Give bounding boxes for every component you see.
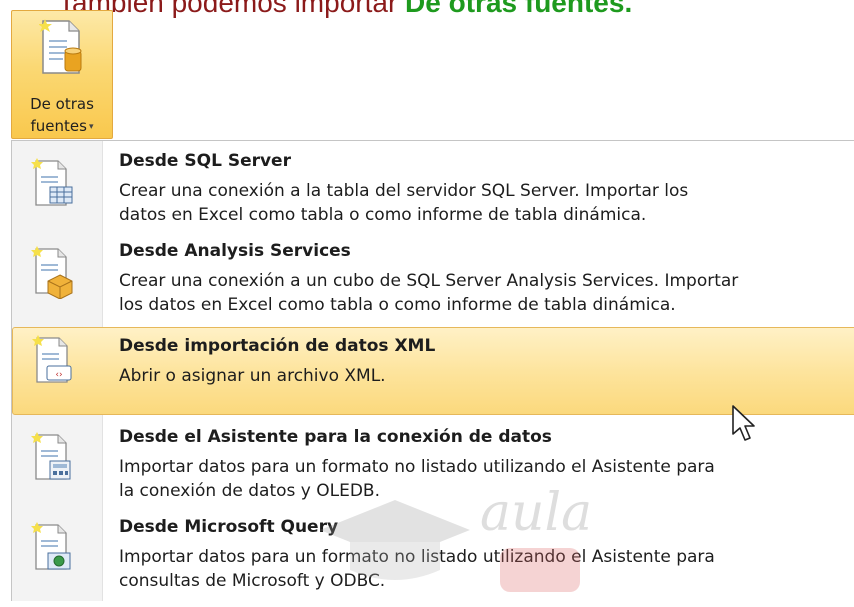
button-label-line1: De otras — [30, 95, 94, 113]
menu-item-title: Desde Analysis Services — [119, 241, 351, 261]
xml-import-icon: ‹› — [32, 335, 72, 383]
mouse-pointer-icon — [732, 405, 755, 441]
menu-item-desc-line1: Crear una conexión a la tabla del servid… — [119, 181, 689, 201]
data-wizard-icon — [31, 432, 71, 480]
button-label-line2: fuentes ▾ — [12, 117, 112, 135]
menu-item-analysis-services[interactable]: Desde Analysis Services Crear una conexi… — [12, 239, 854, 331]
de-otras-fuentes-button[interactable]: De otras fuentes ▾ — [11, 10, 113, 139]
database-document-icon — [39, 19, 82, 74]
menu-item-sql-server[interactable]: Desde SQL Server Crear una conexión a la… — [12, 149, 854, 241]
menu-item-desc-line1: Abrir o asignar un archivo XML. — [119, 366, 386, 386]
menu-item-title: Desde el Asistente para la conexión de d… — [119, 427, 552, 447]
analysis-cube-icon — [31, 246, 73, 299]
watermark-text: aula — [480, 483, 592, 543]
caption-heading: También podemos importar De otras fuente… — [58, 0, 632, 20]
menu-item-desc-line2: datos en Excel como tabla o como informe… — [119, 205, 647, 225]
menu-item-title: Desde SQL Server — [119, 151, 291, 171]
svg-text:‹›: ‹› — [55, 370, 62, 380]
menu-item-desc-line1: Crear una conexión a un cubo de SQL Serv… — [119, 271, 739, 291]
microsoft-query-icon — [31, 522, 71, 570]
button-label-line2-text: fuentes — [30, 117, 87, 135]
caption-highlight: De otras fuentes. — [405, 0, 633, 18]
sql-server-table-icon — [31, 158, 73, 206]
chevron-down-icon: ▾ — [88, 122, 94, 132]
menu-item-desc-line2: los datos en Excel como tabla o como inf… — [119, 295, 676, 315]
menu-item-title: Desde importación de datos XML — [119, 336, 436, 356]
aula-clic-watermark: aula — [320, 483, 592, 592]
menu-item-xml-import[interactable]: ‹› Desde importación de datos XML Abrir … — [12, 327, 854, 415]
